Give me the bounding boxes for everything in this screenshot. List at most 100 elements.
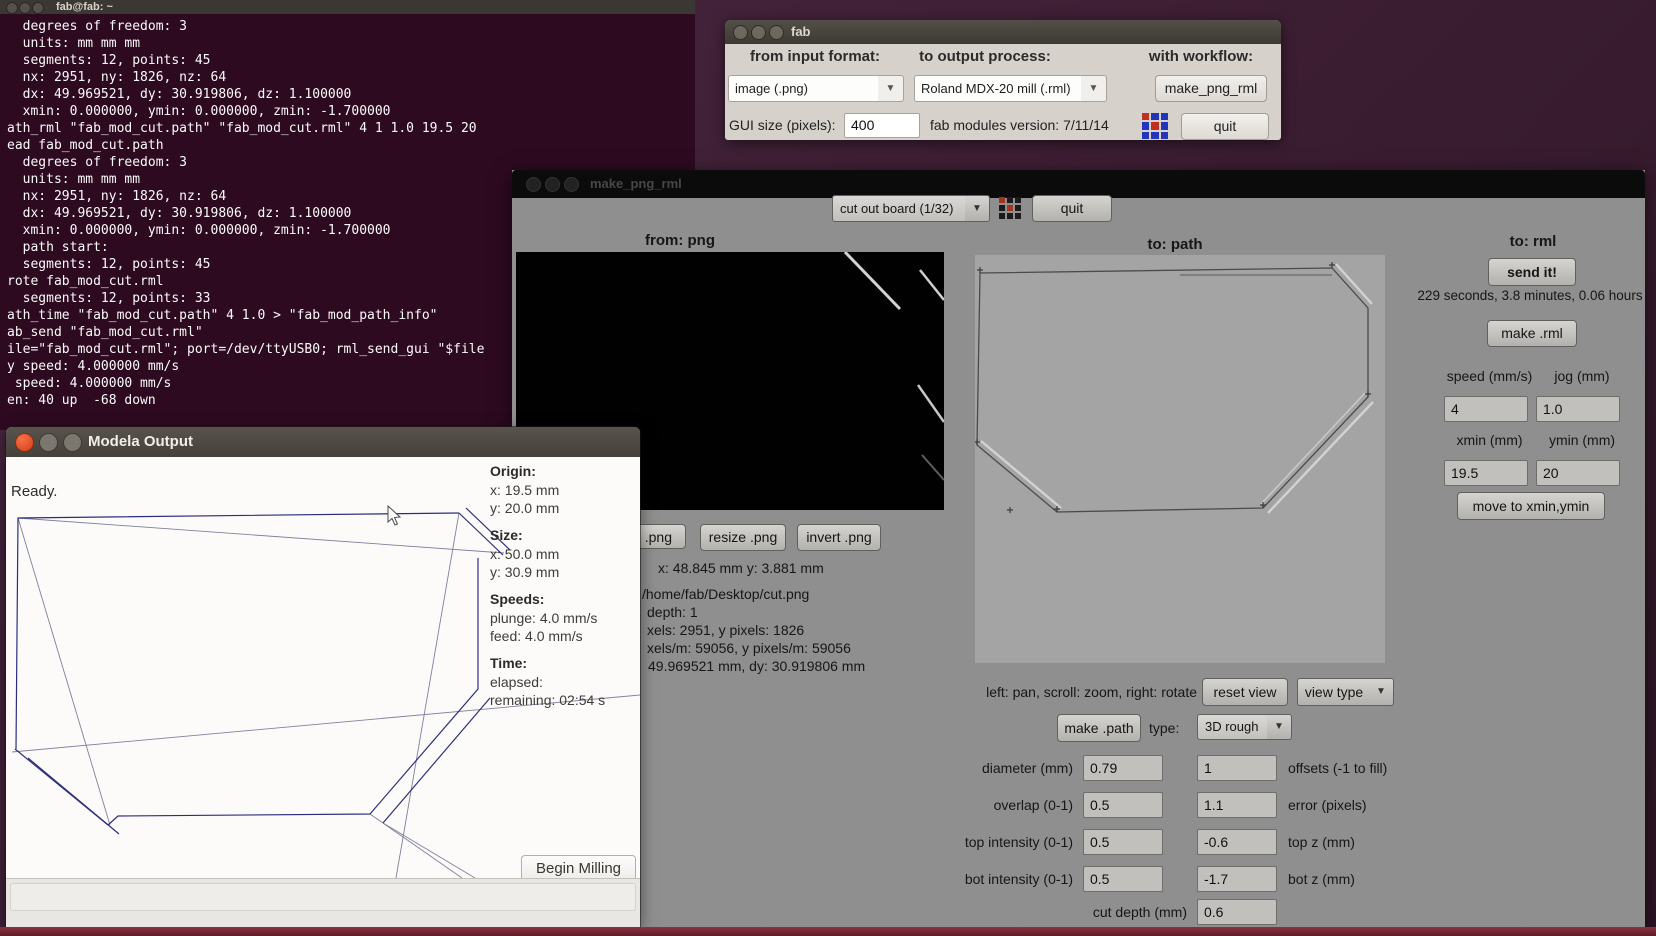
minimize-icon[interactable] <box>39 433 58 452</box>
terminal-line: ath_time "fab_mod_cut.path" 4 1.0 > "fab… <box>7 308 438 323</box>
milling-preview-canvas[interactable] <box>6 457 641 879</box>
chevron-down-icon[interactable]: ▼ <box>1081 75 1107 102</box>
terminal-line: nx: 2951, ny: 1826, nz: 64 <box>7 70 227 85</box>
ymin-input[interactable]: 20 <box>1536 460 1620 486</box>
xmin-input[interactable]: 19.5 <box>1444 460 1528 486</box>
gui-size-label: GUI size (pixels): <box>729 117 836 133</box>
terminal-line: xmin: 0.000000, ymin: 0.000000, zmin: -1… <box>7 104 391 119</box>
top-z-input[interactable]: -0.6 <box>1197 829 1277 855</box>
quit-button[interactable]: quit <box>1032 195 1112 222</box>
terminal-line: xmin: 0.000000, ymin: 0.000000, zmin: -1… <box>7 223 391 238</box>
maximize-icon[interactable] <box>63 433 82 452</box>
minimize-icon[interactable] <box>19 2 31 14</box>
invert-png-button[interactable]: invert .png <box>797 524 881 551</box>
close-icon[interactable] <box>733 25 748 40</box>
terminal-line: segments: 12, points: 45 <box>7 53 211 68</box>
path-view-canvas[interactable] <box>974 255 1385 663</box>
reset-view-button[interactable]: reset view <box>1202 678 1288 706</box>
workflow-button[interactable]: make_png_rml <box>1155 75 1267 102</box>
png-info-line: 49.969521 mm, dy: 30.919806 mm <box>648 658 866 674</box>
status-text: Ready. <box>11 483 58 500</box>
terminal-line: segments: 12, points: 45 <box>7 257 211 272</box>
maximize-icon[interactable] <box>564 177 579 192</box>
preset-select[interactable]: cut out board (1/32) <box>832 195 967 222</box>
jog-input[interactable]: 1.0 <box>1536 396 1620 422</box>
terminal-line: rote fab_mod_cut.rml <box>7 274 164 289</box>
file-path-text: /home/fab/Desktop/cut.png <box>642 586 810 602</box>
make-png-rml-window: make_png_rml cut out board (1/32) ▼ quit… <box>512 170 1645 936</box>
origin-header: Origin: <box>490 463 536 479</box>
path-view-hint: left: pan, scroll: zoom, right: rotate <box>986 684 1197 700</box>
terminal-line: units: mm mm mm <box>7 36 141 51</box>
xmin-label: xmin (mm) <box>1456 432 1523 448</box>
png-info-line: depth: 1 <box>647 604 698 620</box>
bot-intensity-input[interactable]: 0.5 <box>1083 866 1163 892</box>
origin-y: y: 20.0 mm <box>490 500 560 516</box>
chevron-down-icon[interactable]: ▼ <box>1369 678 1394 706</box>
make-png-rml-title: make_png_rml <box>590 176 682 191</box>
input-format-select[interactable]: image (.png) <box>728 75 880 102</box>
chevron-down-icon[interactable]: ▼ <box>878 75 904 102</box>
close-icon[interactable] <box>526 177 541 192</box>
output-process-select[interactable]: Roland MDX-20 mill (.rml) <box>914 75 1083 102</box>
make-path-button[interactable]: make .path <box>1057 714 1141 742</box>
chevron-down-icon[interactable]: ▼ <box>1267 714 1292 740</box>
close-icon[interactable] <box>6 2 18 14</box>
cut-depth-input[interactable]: 0.6 <box>1197 899 1277 925</box>
time-elapsed: elapsed: <box>490 674 543 690</box>
terminal-line: y speed: 4.000000 mm/s <box>7 359 180 374</box>
maximize-icon[interactable] <box>769 25 784 40</box>
output-process-label: to output process: <box>919 48 1051 65</box>
quit-button[interactable]: quit <box>1181 113 1269 140</box>
modela-output-window: Modela Output Origin: x: 19.5 mm y: 20.0… <box>6 427 641 928</box>
view-type-button[interactable]: view type <box>1297 678 1371 706</box>
cursor-position-text: x: 48.845 mm y: 3.881 mm <box>658 560 824 576</box>
overlap-input[interactable]: 0.5 <box>1083 792 1163 818</box>
path-type-select[interactable]: 3D rough <box>1197 714 1269 740</box>
bot-z-input[interactable]: -1.7 <box>1197 866 1277 892</box>
status-field <box>10 883 636 911</box>
toolpath-drawing <box>974 262 1374 514</box>
modela-titlebar[interactable]: Modela Output <box>6 427 640 457</box>
minimize-icon[interactable] <box>545 177 560 192</box>
size-header: Size: <box>490 527 523 543</box>
fab-titlebar[interactable]: fab <box>725 20 1281 44</box>
fab-logo-icon <box>1142 113 1168 139</box>
param-label2: top z (mm) <box>1288 834 1355 850</box>
bottom-strip <box>0 927 1656 936</box>
png-info-line: xels/m: 59056, y pixels/m: 59056 <box>647 640 851 656</box>
maximize-icon[interactable] <box>32 2 44 14</box>
terminal-line: ab_send "fab_mod_cut.rml" <box>7 325 203 340</box>
param-label2: error (pixels) <box>1288 797 1367 813</box>
to-rml-header: to: rml <box>1509 233 1557 250</box>
to-path-header: to: path <box>1147 236 1203 253</box>
resize-png-button[interactable]: resize .png <box>700 524 786 551</box>
param-label: bot intensity (0-1) <box>964 871 1073 887</box>
param-label: diameter (mm) <box>981 760 1073 776</box>
param-label: top intensity (0-1) <box>964 834 1073 850</box>
cut-depth-label: cut depth (mm) <box>1092 904 1187 920</box>
gui-size-input[interactable]: 400 <box>844 113 920 138</box>
make-png-rml-titlebar[interactable]: make_png_rml <box>512 170 1645 198</box>
move-to-xmin-ymin-button[interactable]: move to xmin,ymin <box>1457 492 1605 520</box>
terminal-line: path start: <box>7 240 109 255</box>
from-png-header: from: png <box>645 232 715 249</box>
minimize-icon[interactable] <box>751 25 766 40</box>
origin-x: x: 19.5 mm <box>490 482 560 498</box>
offsets-input[interactable]: 1 <box>1197 755 1277 781</box>
chevron-down-icon[interactable]: ▼ <box>965 195 990 222</box>
mouse-cursor-icon <box>387 505 402 526</box>
speed-input[interactable]: 4 <box>1444 396 1528 422</box>
fab-window: fab from input format: to output process… <box>725 20 1281 140</box>
top-intensity-input[interactable]: 0.5 <box>1083 829 1163 855</box>
diameter-input[interactable]: 0.79 <box>1083 755 1163 781</box>
plunge-speed: plunge: 4.0 mm/s <box>490 610 598 626</box>
time-header: Time: <box>490 655 528 671</box>
error-input[interactable]: 1.1 <box>1197 792 1277 818</box>
close-icon[interactable] <box>15 433 34 452</box>
send-it-button[interactable]: send it! <box>1488 258 1576 286</box>
milling-time-text: 229 seconds, 3.8 minutes, 0.06 hours <box>1417 288 1643 303</box>
make-rml-button[interactable]: make .rml <box>1487 320 1577 347</box>
feed-speed: feed: 4.0 mm/s <box>490 628 583 644</box>
terminal-titlebar[interactable]: fab@fab: ~ <box>0 0 695 14</box>
